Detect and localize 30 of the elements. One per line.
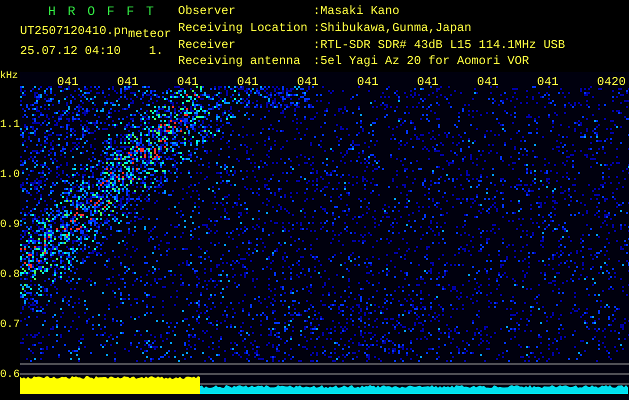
time-tick-label: 041 (117, 76, 140, 88)
info-value: :5el Yagi Az 20 for Aomori VOR (313, 55, 530, 70)
app-title: H R O F F T (48, 5, 156, 19)
frequency-tick-label: 1.0 (0, 170, 20, 180)
info-value: :Shibukawa,Gunma,Japan (313, 22, 472, 37)
info-value: :Masaki Kano (313, 5, 400, 20)
timestamp: 25.07.12 04:10 (20, 45, 121, 57)
time-tick-label: 041 (237, 76, 260, 88)
time-tick-label: 041 (357, 76, 380, 88)
frequency-tick-label: 0.9 (0, 220, 20, 230)
time-tick-label: 0420 (597, 76, 627, 88)
time-tick-label: 041 (477, 76, 500, 88)
info-label: Receiving antenna (178, 55, 302, 70)
info-label: Observer (178, 5, 237, 20)
info-label: Receiving Location (178, 22, 309, 37)
info-label: Receiver (178, 38, 237, 54)
info-value: :RTL-SDR SDR# 43dB L15 114.1MHz USB (313, 38, 566, 54)
file-tag: meteor (128, 28, 172, 40)
time-tick-label: 041 (417, 76, 440, 88)
frequency-tick-label: 0.7 (0, 320, 20, 330)
time-tick-label: 041 (177, 76, 200, 88)
frequency-tick-label: 1.1 (0, 120, 20, 130)
time-tick-label: 041 (537, 76, 560, 88)
frequency-tick-label: 0.8 (0, 270, 20, 280)
file-name: UT2507120410.pn (20, 25, 128, 37)
time-tick-label: 041 (297, 76, 320, 88)
time-tick-label: 041 (57, 76, 80, 88)
unit-label: kHz (0, 72, 20, 84)
frequency-tick-label: 0.6 (0, 370, 20, 380)
counter: 1. (148, 45, 164, 57)
